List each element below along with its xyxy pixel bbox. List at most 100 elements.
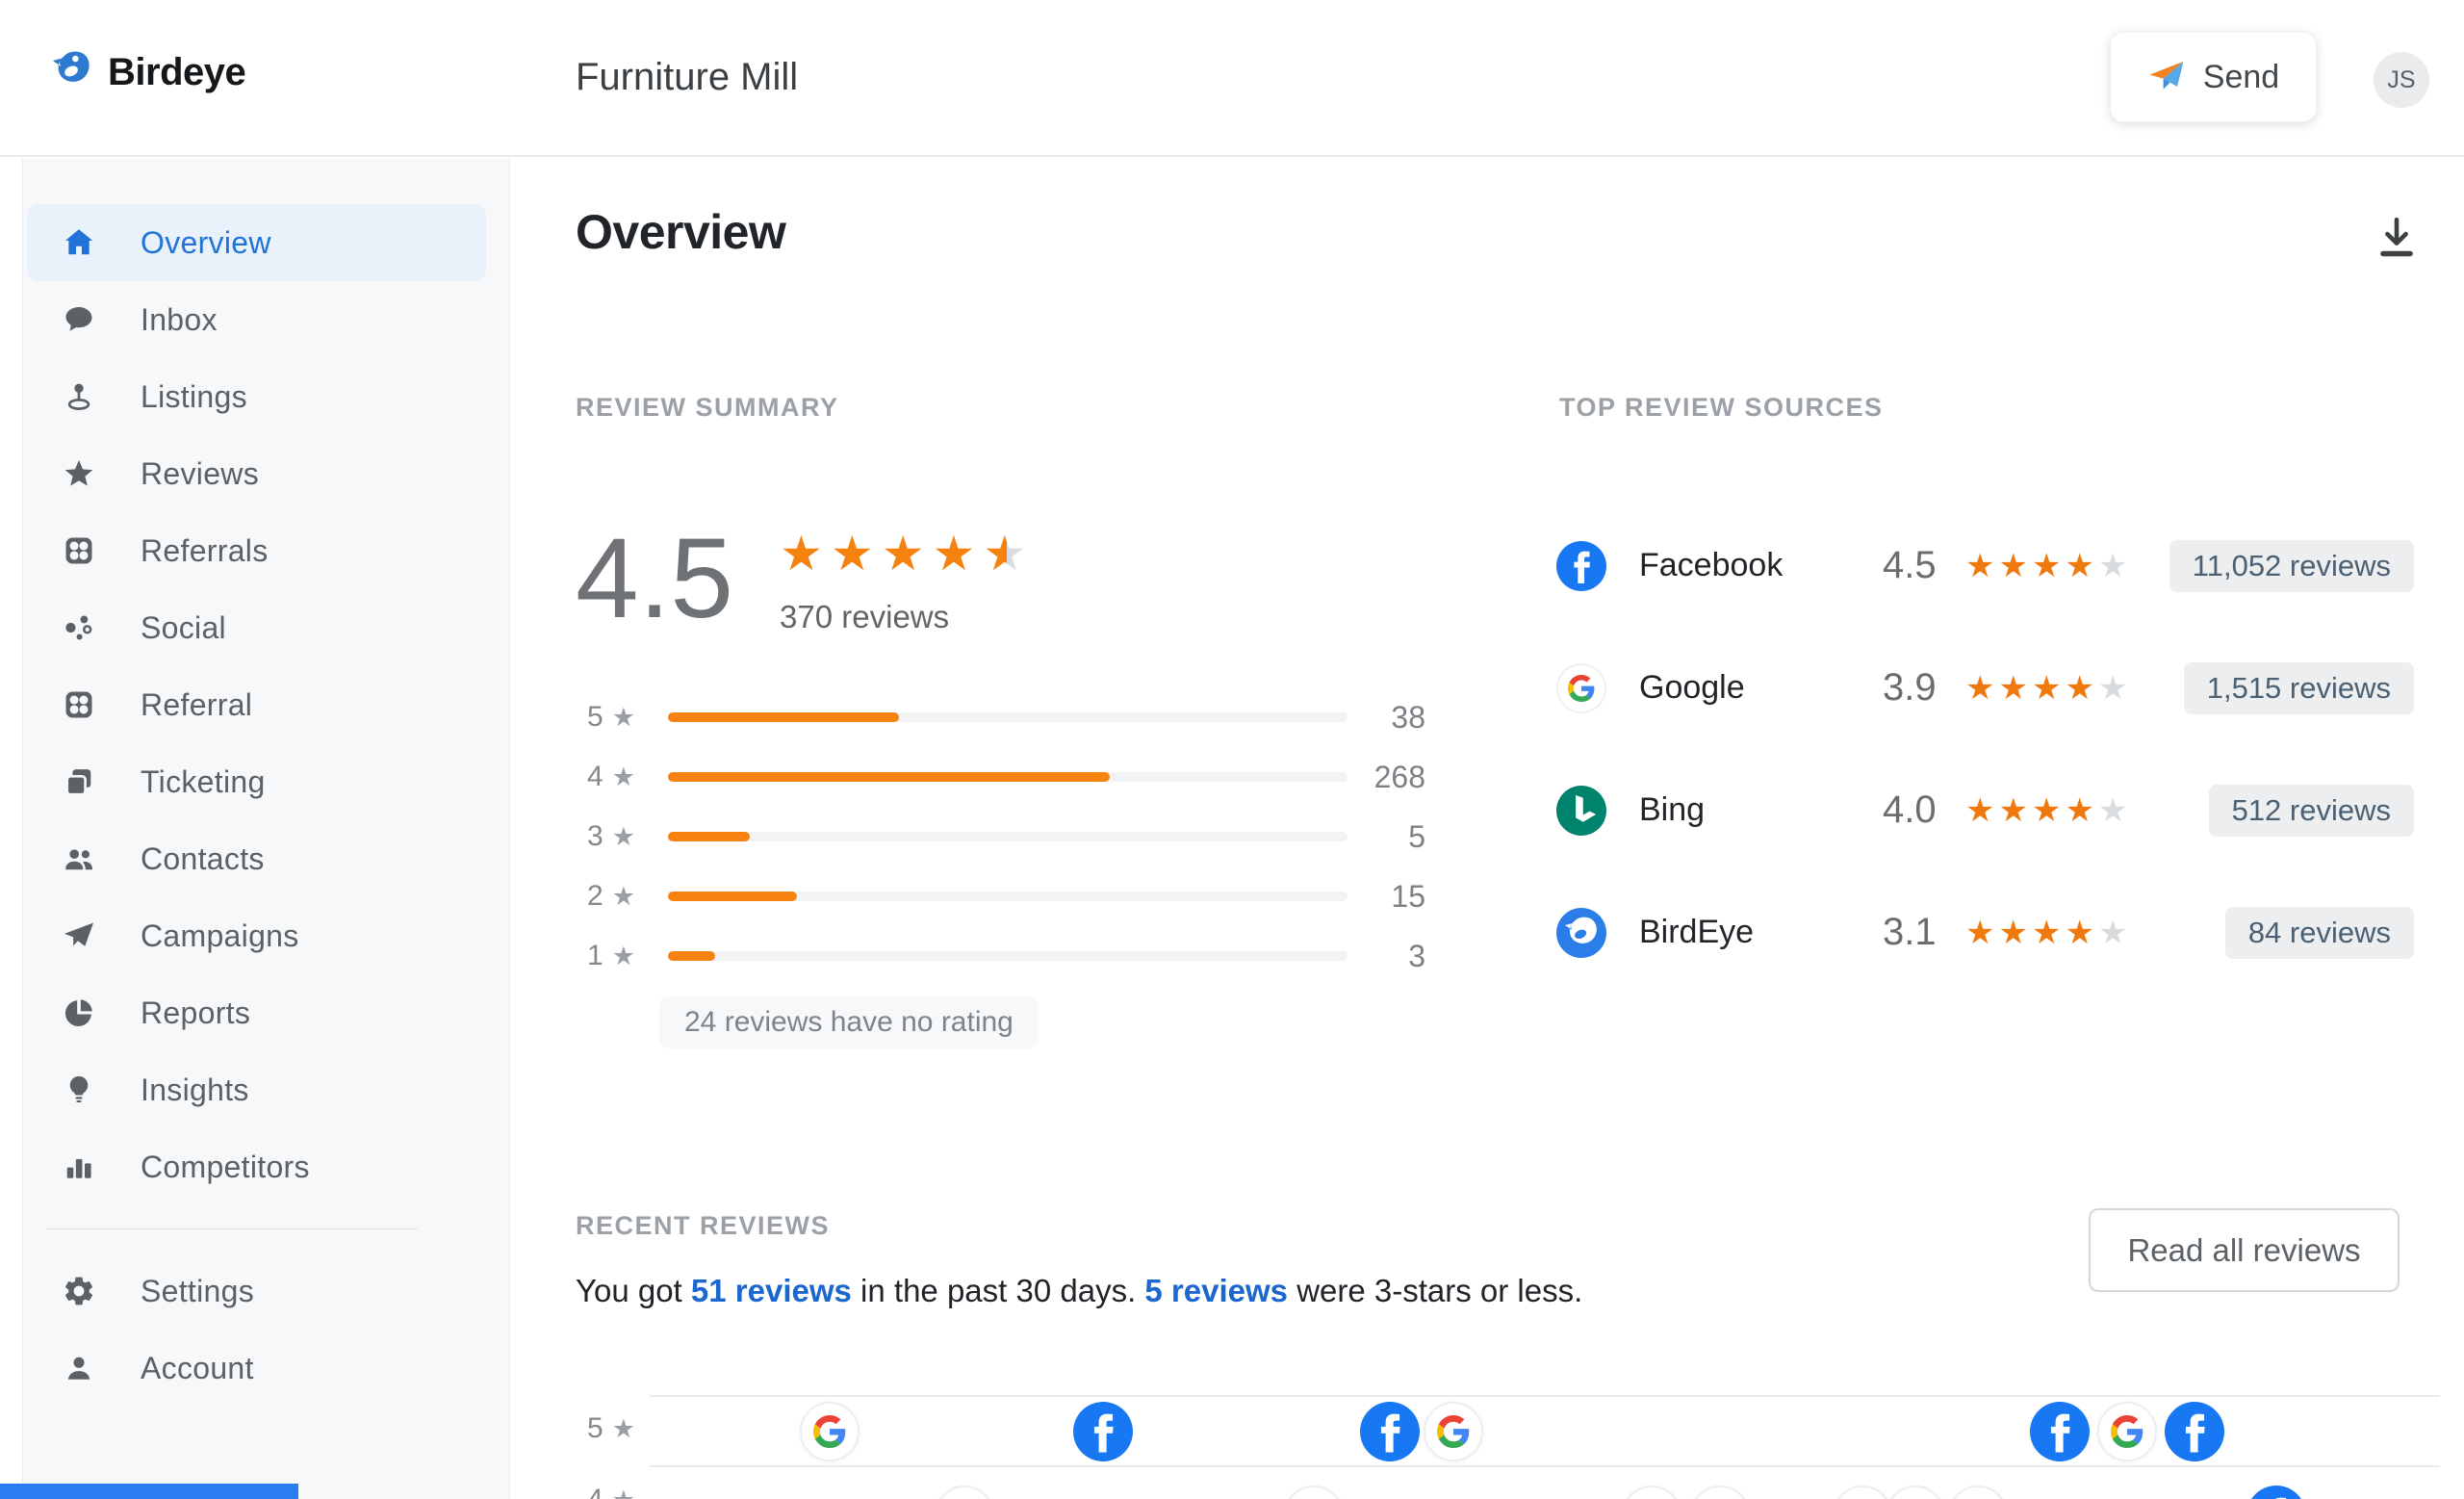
rating-distribution-row: 2 ★ 15 bbox=[576, 866, 1425, 926]
star-icon: ★ bbox=[830, 527, 874, 581]
rating-distribution-row: 4 ★ 268 bbox=[576, 747, 1425, 807]
sidebar-item-referral[interactable]: Referral bbox=[0, 666, 509, 743]
rating-distribution-row: 1 ★ 3 bbox=[576, 926, 1425, 986]
gift-icon bbox=[62, 687, 96, 722]
timeline-gridline bbox=[650, 1465, 2440, 1467]
sidebar-item-competitors[interactable]: Competitors bbox=[0, 1128, 509, 1205]
google-review-icon[interactable] bbox=[800, 1402, 860, 1461]
facebook-review-icon[interactable] bbox=[2030, 1402, 2090, 1461]
facebook-review-icon[interactable] bbox=[1360, 1402, 1420, 1461]
sidebar-item-settings[interactable]: Settings bbox=[0, 1253, 509, 1330]
google-review-icon[interactable] bbox=[1622, 1486, 1681, 1499]
sidebar-item-reports[interactable]: Reports bbox=[0, 974, 509, 1051]
send-label: Send bbox=[2202, 58, 2280, 95]
star-icon: ★ bbox=[2031, 914, 2062, 951]
google-icon bbox=[1556, 662, 1606, 713]
rating-row-stars-value: 3 bbox=[587, 820, 603, 852]
sidebar-item-label: Overview bbox=[141, 224, 271, 260]
star-icon: ★ bbox=[2031, 791, 2062, 829]
sidebar-item-overview[interactable]: Overview bbox=[0, 204, 509, 281]
send-button[interactable]: Send bbox=[2110, 32, 2317, 122]
bing-icon bbox=[1556, 785, 1606, 836]
sidebar-item-ticketing[interactable]: Ticketing bbox=[0, 743, 509, 820]
download-icon[interactable] bbox=[2370, 210, 2424, 264]
sidebar-item-social[interactable]: Social bbox=[0, 589, 509, 666]
rating-bar-track bbox=[668, 712, 1348, 722]
star-icon: ★ bbox=[2097, 914, 2128, 951]
facebook-review-icon[interactable] bbox=[2246, 1486, 2306, 1499]
star-icon: ★ bbox=[1998, 547, 2028, 584]
google-review-icon[interactable] bbox=[1690, 1486, 1750, 1499]
sidebar-item-label: Campaigns bbox=[141, 917, 299, 953]
google-review-icon[interactable] bbox=[1284, 1486, 1344, 1499]
brand-logo[interactable]: Birdeye bbox=[50, 48, 246, 97]
star-icon: ★ bbox=[881, 527, 925, 581]
review-source-row: Bing 4.0 ★ ★ ★ ★ ★ 512 reviews bbox=[1556, 749, 2414, 871]
sidebar-item-listings[interactable]: Listings bbox=[0, 358, 509, 435]
timeline-row-stars-value: 5 bbox=[587, 1412, 603, 1444]
average-rating-block: 4.5 ★ ★ ★ ★ ★ ★ 370 reviews bbox=[576, 522, 1026, 635]
star-icon: ★ bbox=[611, 762, 635, 791]
facebook-review-icon[interactable] bbox=[2165, 1402, 2224, 1461]
sidebar-item-inbox[interactable]: Inbox bbox=[0, 281, 509, 358]
sidebar-item-referrals[interactable]: Referrals bbox=[0, 512, 509, 589]
sidebar: Overview Inbox Listings Reviews Referrals Soc… bbox=[0, 159, 510, 1499]
star-icon: ★ bbox=[1965, 914, 1995, 951]
google-review-icon[interactable] bbox=[1948, 1486, 2008, 1499]
rating-distribution: 5 ★ 38 4 ★ 268 3 ★ 5 2 ★ 15 1 ★ 3 bbox=[576, 687, 1425, 986]
sidebar-item-insights[interactable]: Insights bbox=[0, 1051, 509, 1128]
google-review-icon[interactable] bbox=[935, 1486, 994, 1499]
rating-row-count: 268 bbox=[1373, 759, 1425, 794]
brand-name: Birdeye bbox=[108, 51, 246, 93]
sidebar-item-label: Settings bbox=[141, 1273, 255, 1308]
sidebar-item-label: Inbox bbox=[141, 301, 218, 337]
google-review-icon[interactable] bbox=[1833, 1486, 1892, 1499]
star-icon: ★ bbox=[1998, 914, 2028, 951]
source-name: Facebook bbox=[1639, 547, 1784, 583]
source-review-count-badge: 84 reviews bbox=[2224, 906, 2414, 959]
sidebar-item-label: Reports bbox=[141, 995, 251, 1030]
sidebar-item-label: Referrals bbox=[141, 532, 269, 568]
rating-bar-track bbox=[668, 832, 1348, 841]
user-avatar[interactable]: JS bbox=[2374, 52, 2429, 108]
google-review-icon[interactable] bbox=[2097, 1402, 2157, 1461]
review-source-row: Facebook 4.5 ★ ★ ★ ★ ★ 11,052 reviews bbox=[1556, 504, 2414, 627]
review-source-row: BirdEye 3.1 ★ ★ ★ ★ ★ 84 reviews bbox=[1556, 871, 2414, 994]
facebook-review-icon[interactable] bbox=[1073, 1402, 1133, 1461]
sidebar-item-campaigns[interactable]: Campaigns bbox=[0, 897, 509, 974]
read-all-reviews-button[interactable]: Read all reviews bbox=[2089, 1208, 2400, 1292]
sidebar-item-label: Social bbox=[141, 609, 226, 645]
source-rating-value: 4.0 bbox=[1883, 788, 1937, 831]
no-rating-note: 24 reviews have no rating bbox=[659, 996, 1039, 1048]
reviews-count-link[interactable]: 51 reviews bbox=[691, 1273, 852, 1308]
send-plane-icon bbox=[2147, 56, 2186, 99]
star-icon bbox=[62, 456, 96, 491]
sidebar-item-label: Listings bbox=[141, 378, 247, 414]
sidebar-item-reviews[interactable]: Reviews bbox=[0, 435, 509, 512]
google-review-icon[interactable] bbox=[1424, 1402, 1483, 1461]
recent-reviews-summary: You got 51 reviews in the past 30 days. … bbox=[576, 1273, 1582, 1309]
total-reviews: 370 reviews bbox=[780, 599, 950, 634]
rating-distribution-row: 3 ★ 5 bbox=[576, 807, 1425, 866]
sentence-text: in the past 30 days. bbox=[851, 1273, 1145, 1308]
chat-widget-strip[interactable] bbox=[0, 1484, 298, 1499]
gift-icon bbox=[62, 533, 96, 568]
sidebar-item-account[interactable]: Account bbox=[0, 1330, 509, 1407]
top-review-sources-label: TOP REVIEW SOURCES bbox=[1559, 393, 1884, 422]
low-reviews-count-link[interactable]: 5 reviews bbox=[1144, 1273, 1288, 1308]
sidebar-divider bbox=[46, 1228, 418, 1229]
star-icon: ★ bbox=[612, 1486, 635, 1499]
location-pin-icon bbox=[62, 379, 96, 414]
star-icon: ★ bbox=[2065, 547, 2094, 584]
half-star-icon: ★ ★ bbox=[983, 527, 1027, 581]
rating-bar-track bbox=[668, 951, 1348, 961]
paper-plane-icon bbox=[62, 918, 96, 953]
star-icon: ★ bbox=[2097, 791, 2128, 829]
google-review-icon[interactable] bbox=[1886, 1486, 1945, 1499]
timeline-gridline bbox=[650, 1395, 2440, 1397]
sidebar-item-contacts[interactable]: Contacts bbox=[0, 820, 509, 897]
person-icon bbox=[62, 1351, 96, 1385]
timeline-row-stars-value: 4 bbox=[587, 1484, 603, 1499]
star-icon: ★ bbox=[2097, 669, 2128, 707]
source-rating-value: 3.1 bbox=[1883, 911, 1937, 953]
